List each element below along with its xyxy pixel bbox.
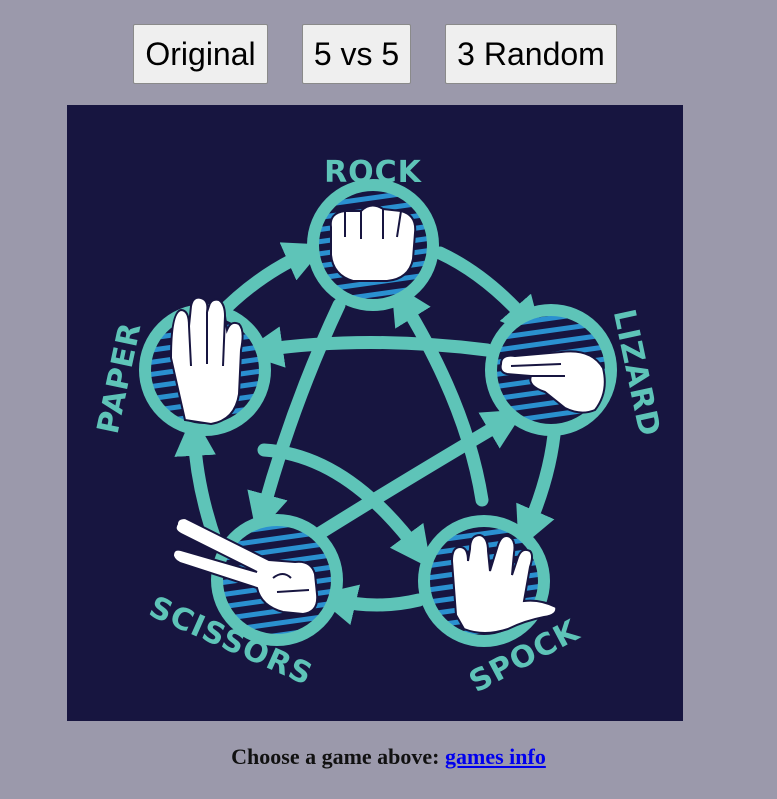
rock-node — [307, 179, 439, 311]
footer: Choose a game above: games info — [0, 744, 777, 770]
rock-paper-scissors-lizard-spock-diagram: ROCK LIZARD SPOCK SCISSORS PAPER — [67, 105, 683, 721]
footer-text: Choose a game above: — [231, 744, 440, 769]
three-random-game-button[interactable]: 3 Random — [445, 24, 617, 84]
rock-label: ROCK — [324, 155, 423, 190]
games-info-link[interactable]: games info — [445, 744, 546, 769]
lizard-node — [485, 304, 617, 436]
five-vs-five-game-button[interactable]: 5 vs 5 — [302, 24, 411, 84]
rock-hand-icon — [329, 204, 417, 282]
original-game-button[interactable]: Original — [133, 24, 268, 84]
